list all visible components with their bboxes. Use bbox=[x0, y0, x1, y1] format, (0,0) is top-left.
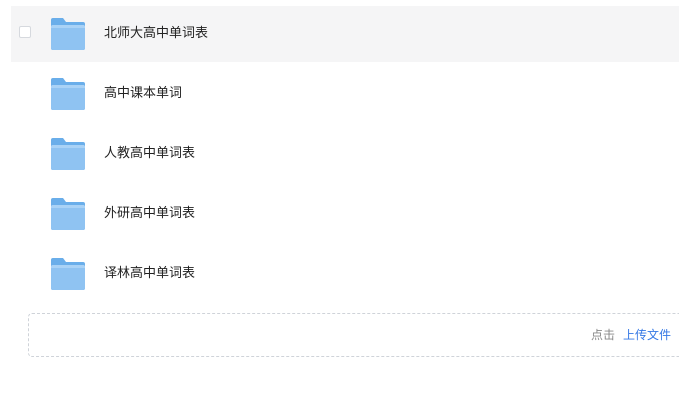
folder-icon bbox=[50, 197, 86, 231]
folder-icon bbox=[50, 17, 86, 51]
folder-icon bbox=[50, 257, 86, 291]
folder-icon bbox=[50, 137, 86, 171]
row-checkbox[interactable] bbox=[19, 26, 31, 38]
upload-dropzone[interactable]: 点击 上传文件 bbox=[28, 313, 679, 357]
upload-hint: 点击 上传文件 bbox=[591, 327, 671, 343]
folder-name[interactable]: 外研高中单词表 bbox=[104, 205, 195, 223]
upload-prefix-text: 点击 bbox=[590, 328, 615, 342]
folder-row[interactable]: 外研高中单词表 bbox=[11, 186, 679, 242]
folder-name[interactable]: 高中课本单词 bbox=[104, 85, 182, 103]
folder-row[interactable]: 人教高中单词表 bbox=[11, 126, 679, 182]
folder-row[interactable]: 译林高中单词表 bbox=[11, 246, 679, 302]
folder-row[interactable]: 高中课本单词 bbox=[11, 66, 679, 122]
file-list: 北师大高中单词表 高中课本单词 人教高中单词表 外研高中单词表 译林高中单词表 bbox=[11, 6, 679, 306]
folder-row[interactable]: 北师大高中单词表 bbox=[11, 6, 679, 62]
folder-name[interactable]: 人教高中单词表 bbox=[104, 145, 195, 163]
folder-name[interactable]: 北师大高中单词表 bbox=[104, 25, 208, 43]
folder-name[interactable]: 译林高中单词表 bbox=[104, 265, 195, 283]
folder-icon bbox=[50, 77, 86, 111]
upload-file-link[interactable]: 上传文件 bbox=[623, 328, 671, 342]
